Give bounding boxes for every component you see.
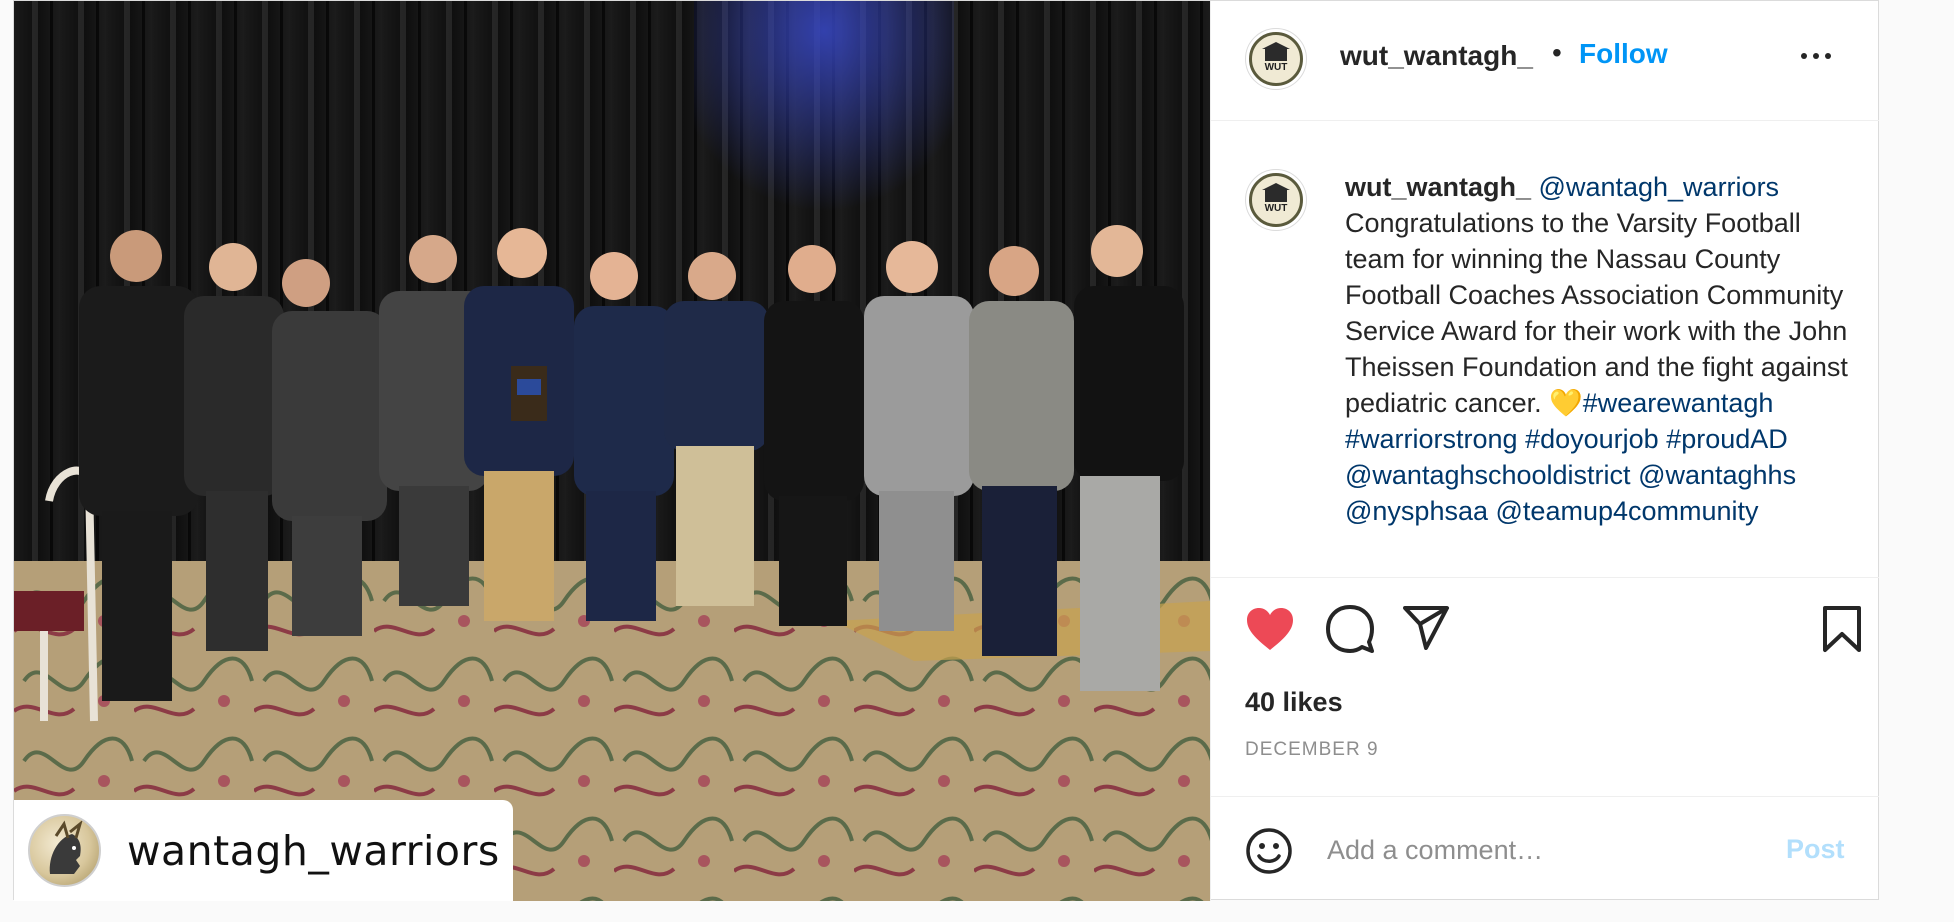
instagram-post: wantagh_warriors WUT wut_wantagh_ • Foll… xyxy=(13,0,1879,901)
photo-user-tag[interactable]: wantagh_warriors xyxy=(14,800,513,901)
share-icon[interactable] xyxy=(1402,605,1450,651)
heart-filled-icon[interactable] xyxy=(1245,606,1295,652)
warrior-logo-icon xyxy=(28,814,101,887)
hashtag-link[interactable]: #doyourjob xyxy=(1525,424,1659,454)
header-username[interactable]: wut_wantagh_ xyxy=(1340,40,1533,72)
caption-username[interactable]: wut_wantagh_ xyxy=(1345,172,1531,202)
more-options-icon[interactable] xyxy=(1801,53,1831,59)
yellow-heart-emoji: 💛 xyxy=(1549,388,1583,418)
school-logo-icon: WUT xyxy=(1249,32,1303,86)
post-date[interactable]: DECEMBER 9 xyxy=(1245,739,1379,761)
school-logo-icon: WUT xyxy=(1249,173,1303,227)
hashtag-link[interactable]: #proudAD xyxy=(1666,424,1788,454)
bookmark-icon[interactable] xyxy=(1822,605,1862,653)
post-caption: wut_wantagh_ @wantagh_warriors Congratul… xyxy=(1345,169,1855,529)
avatar-logo-text: WUT xyxy=(1264,61,1288,73)
tagged-username[interactable]: wantagh_warriors xyxy=(127,827,500,875)
mention-link[interactable]: @wantaghhs xyxy=(1638,460,1796,490)
profile-avatar[interactable]: WUT xyxy=(1245,28,1307,90)
mention-link[interactable]: @teamup4community xyxy=(1496,496,1759,526)
actions-divider xyxy=(1211,577,1879,578)
add-comment-input[interactable] xyxy=(1325,829,1769,871)
caption-avatar[interactable]: WUT xyxy=(1245,169,1307,231)
caption-text: Congratulations to the Varsity Football … xyxy=(1345,208,1848,418)
post-header: WUT wut_wantagh_ • Follow xyxy=(1211,1,1879,121)
post-comment-button[interactable]: Post xyxy=(1786,834,1845,865)
comment-divider xyxy=(1211,796,1879,797)
avatar-logo-text: WUT xyxy=(1264,202,1288,214)
emoji-icon[interactable] xyxy=(1245,827,1293,875)
mention-link[interactable]: @nysphsaa xyxy=(1345,496,1488,526)
post-photo[interactable]: wantagh_warriors xyxy=(14,1,1210,901)
comment-icon[interactable] xyxy=(1325,604,1375,654)
follow-button[interactable]: Follow xyxy=(1579,38,1668,70)
caption-mention[interactable]: @wantagh_warriors xyxy=(1539,172,1780,202)
mention-link[interactable]: @wantaghschooldistrict xyxy=(1345,460,1631,490)
separator-dot: • xyxy=(1552,37,1562,68)
team-photo-illustration xyxy=(14,1,1210,901)
hashtag-link[interactable]: #warriorstrong xyxy=(1345,424,1518,454)
likes-count[interactable]: 40 likes xyxy=(1245,687,1343,718)
post-side-panel: WUT wut_wantagh_ • Follow WUT wut_wantag… xyxy=(1210,1,1879,901)
hashtag-link[interactable]: #wearewantagh xyxy=(1583,388,1774,418)
